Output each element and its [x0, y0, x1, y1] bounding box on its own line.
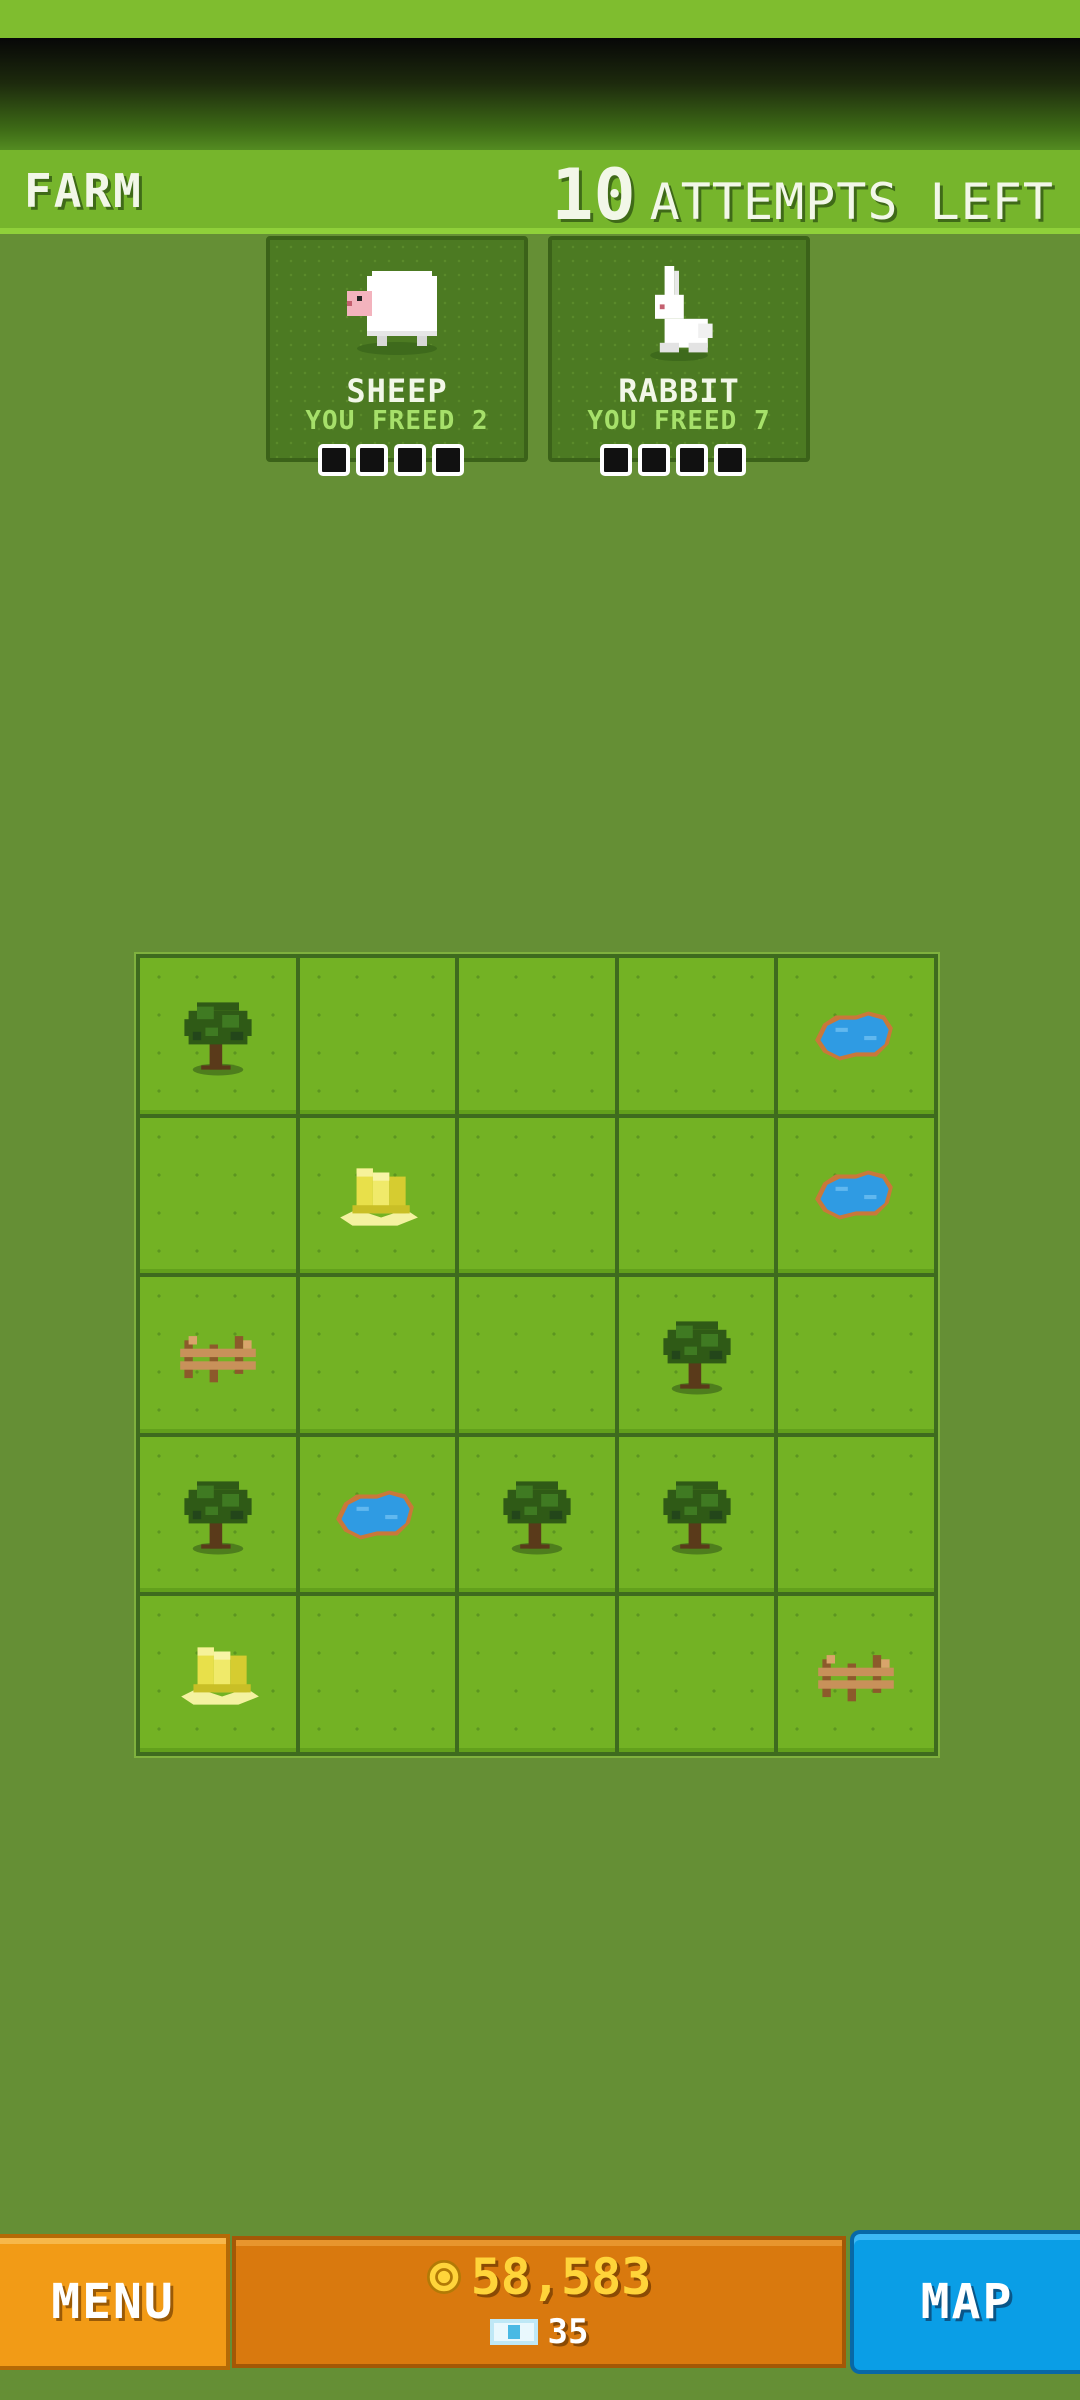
grid-cell[interactable]: [778, 1436, 934, 1593]
fence-icon: [179, 1336, 256, 1383]
attempts-number: 10: [551, 154, 636, 236]
fence-icon: [818, 1655, 894, 1702]
grid-cell[interactable]: [299, 1117, 456, 1274]
animal-freed-count: YOU FREED 7: [587, 406, 771, 436]
grid-cell[interactable]: [778, 958, 934, 1114]
gem-ticket-icon: [489, 2319, 538, 2345]
sheep-icon: [347, 271, 437, 355]
gem-amount: 35: [547, 2312, 589, 2352]
coin-icon: [426, 2260, 461, 2294]
tree-icon: [503, 1480, 571, 1555]
coin-amount: 58,583: [470, 2248, 652, 2306]
grid-cell[interactable]: [299, 1436, 456, 1593]
grid-cell[interactable]: [459, 1596, 615, 1752]
animal-card-rabbit[interactable]: RABBIT YOU FREED 7: [548, 236, 810, 462]
pond-icon: [336, 1490, 415, 1540]
menu-button[interactable]: MENU: [0, 2234, 230, 2370]
grid-cell[interactable]: [618, 1436, 775, 1593]
tree-icon: [662, 1480, 731, 1555]
animal-freed-count: YOU FREED 2: [305, 406, 489, 436]
grid-cell[interactable]: [618, 1596, 775, 1752]
grid-cell[interactable]: [140, 1436, 296, 1593]
progress-slot: [638, 444, 670, 476]
grid-cell[interactable]: [459, 1436, 615, 1593]
tree-icon: [184, 1480, 252, 1555]
grid-cell[interactable]: [299, 1596, 456, 1752]
grid-cell[interactable]: [778, 1277, 934, 1433]
grid-cell[interactable]: [140, 1596, 296, 1752]
progress-slot: [432, 444, 464, 476]
coin-balance: 58,583: [236, 2248, 842, 2306]
animal-name: SHEEP: [346, 372, 448, 410]
grid-cell[interactable]: [778, 1117, 934, 1274]
grid-cell[interactable]: [140, 1277, 296, 1433]
bottom-bar: MENU 58,583 35 MAP: [0, 2226, 1080, 2376]
grid-cell[interactable]: [459, 958, 615, 1114]
status-bar: [0, 0, 1080, 38]
pond-icon: [815, 1011, 894, 1061]
grid-cell[interactable]: [618, 958, 775, 1114]
grid-cell[interactable]: [140, 958, 296, 1114]
top-shade: [0, 38, 1080, 168]
rabbit-icon: [650, 266, 713, 362]
wallet-panel: 58,583 35: [232, 2236, 846, 2368]
tree-icon: [184, 1002, 252, 1076]
grid-cell[interactable]: [459, 1117, 615, 1274]
grid-cell[interactable]: [299, 1277, 456, 1433]
attempts-counter: 10 ATTEMPTS LEFT: [551, 154, 1054, 236]
map-button[interactable]: MAP: [850, 2230, 1080, 2374]
gem-balance: 35: [236, 2312, 842, 2352]
grid-cell[interactable]: [778, 1596, 934, 1752]
progress-slot: [356, 444, 388, 476]
grid-cell[interactable]: [618, 1277, 775, 1433]
grid-cell[interactable]: [459, 1277, 615, 1433]
grid-cell[interactable]: [140, 1117, 296, 1274]
attempts-label: ATTEMPTS LEFT: [649, 173, 1054, 231]
animal-name: RABBIT: [618, 372, 740, 410]
progress-slot: [714, 444, 746, 476]
progress-slot: [600, 444, 632, 476]
progress-slot: [394, 444, 426, 476]
grid-cell[interactable]: [618, 1117, 775, 1274]
hay-bale-icon: [340, 1168, 419, 1227]
rabbit-progress-slots: [600, 444, 746, 476]
header-bar: FARM 10 ATTEMPTS LEFT: [0, 150, 1080, 236]
animal-card-sheep[interactable]: SHEEP YOU FREED 2: [266, 236, 528, 462]
hay-bale-icon: [180, 1647, 259, 1705]
tree-icon: [662, 1321, 731, 1395]
grid-cell[interactable]: [299, 958, 456, 1114]
level-title: FARM: [24, 164, 143, 218]
progress-slot: [676, 444, 708, 476]
pond-icon: [815, 1170, 894, 1220]
sheep-progress-slots: [318, 444, 464, 476]
game-grid: [134, 952, 940, 1758]
progress-slot: [318, 444, 350, 476]
